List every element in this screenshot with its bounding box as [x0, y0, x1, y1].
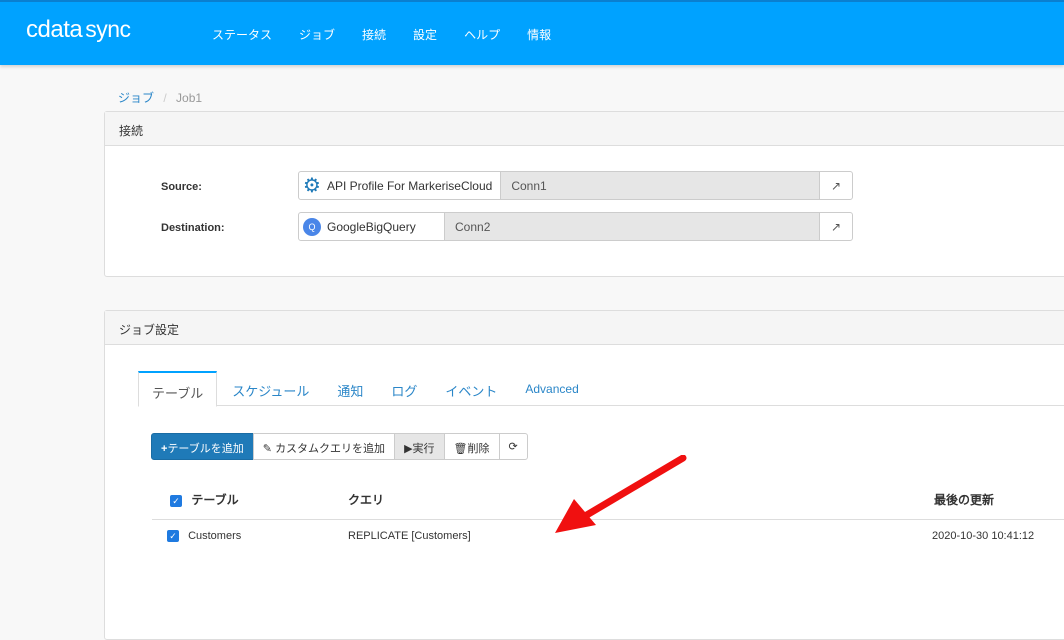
row-query: REPLICATE [Customers]: [348, 530, 471, 542]
add-table-button[interactable]: +テーブルを追加: [151, 433, 254, 460]
nav-help[interactable]: ヘルプ: [464, 26, 500, 43]
source-connection: ⚙ API Profile For MarkeriseCloud Conn1 ↗: [298, 171, 853, 200]
panel-title: 接続: [105, 112, 1064, 146]
destination-connection: Q GoogleBigQuery Conn2 ↗: [298, 212, 853, 241]
tab-schedule[interactable]: スケジュール: [219, 371, 322, 405]
breadcrumb-current: Job1: [176, 91, 203, 105]
trash-icon: 🗑: [453, 443, 468, 455]
red-arrow-annotation: [555, 455, 687, 533]
edit-icon: ✎: [262, 443, 272, 455]
tab-logs[interactable]: ログ: [378, 371, 430, 405]
tab-notifications[interactable]: 通知: [324, 371, 376, 405]
refresh-button[interactable]: ⟳: [498, 433, 528, 460]
breadcrumb: ジョブ / Job1: [118, 91, 203, 105]
external-link-icon[interactable]: ↗: [819, 213, 852, 240]
add-custom-query-button[interactable]: ✎ カスタムクエリを追加: [252, 433, 396, 460]
connections-panel: 接続 Source: ⚙ API Profile For MarkeriseClo…: [104, 111, 1064, 277]
play-icon: ▶: [404, 443, 413, 455]
source-label: Source:: [161, 181, 202, 193]
col-last-updated: 最後の更新: [934, 493, 995, 507]
delete-button[interactable]: 🗑削除: [443, 433, 500, 460]
row-checkbox[interactable]: ✓: [167, 530, 179, 543]
nav-jobs[interactable]: ジョブ: [299, 26, 335, 43]
nav-status[interactable]: ステータス: [212, 26, 272, 43]
row-updated: 2020-10-30 10:41:12: [932, 530, 1035, 542]
run-button[interactable]: ▶実行: [394, 433, 445, 460]
panel-title: ジョブ設定: [105, 311, 1064, 345]
destination-connection-name: Conn2: [445, 213, 819, 240]
col-query: クエリ: [348, 493, 385, 507]
nav-info[interactable]: 情報: [527, 26, 551, 43]
row-table-name[interactable]: Customers: [188, 530, 241, 542]
select-all-checkbox[interactable]: ✓: [170, 494, 182, 507]
tab-tables[interactable]: テーブル: [138, 371, 218, 407]
tab-events[interactable]: イベント: [432, 371, 510, 405]
source-connection-name: Conn1: [501, 172, 819, 199]
refresh-icon: ⟳: [508, 441, 518, 453]
nav-connections[interactable]: 接続: [362, 26, 386, 43]
top-navbar: cdata sync ステータス ジョブ 接続 設定 ヘルプ 情報: [0, 0, 1064, 65]
gear-icon: ⚙: [303, 175, 321, 197]
nav-settings[interactable]: 設定: [413, 26, 437, 43]
bigquery-icon: Q: [303, 217, 321, 236]
cdata-sync-logo[interactable]: cdata sync: [26, 16, 131, 44]
destination-label: Destination:: [161, 222, 225, 234]
col-table: テーブル: [191, 493, 239, 507]
external-link-icon[interactable]: ↗: [819, 172, 852, 199]
tab-advanced[interactable]: Advanced: [512, 371, 591, 405]
breadcrumb-jobs[interactable]: ジョブ: [118, 91, 154, 105]
